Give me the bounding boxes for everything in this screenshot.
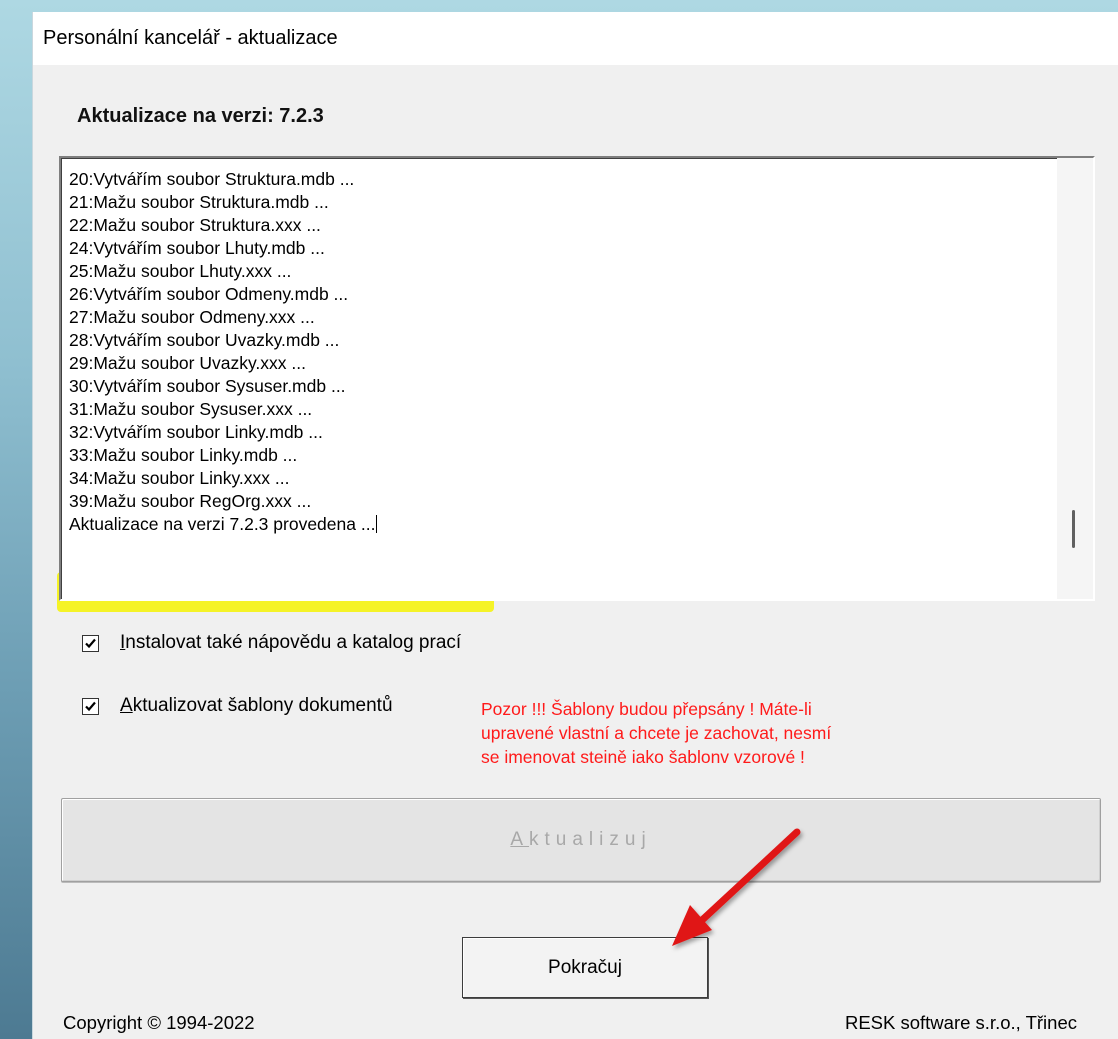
update-dialog: Personální kancelář - aktualizace Aktual… [33,12,1118,1039]
title-bar[interactable]: Personální kancelář - aktualizace [33,12,1118,65]
log-lines: 20:Vytvářím soubor Struktura.mdb ... 21:M… [69,168,1029,536]
update-button-accel: A [510,829,530,850]
log-scrollbar[interactable] [1057,158,1093,599]
log-line: 31:Mažu soubor Sysuser.xxx ... [69,399,313,419]
log-line: 20:Vytvářím soubor Struktura.mdb ... [69,169,355,189]
update-templates-option[interactable]: Aktualizovat šablony dokumentů [82,695,393,717]
update-templates-label[interactable]: Aktualizovat šablony dokumentů [120,695,393,717]
log-line: 30:Vytvářím soubor Sysuser.mdb ... [69,376,346,396]
log-line: 32:Vytvářím soubor Linky.mdb ... [69,422,323,442]
log-line: 24:Vytvářím soubor Lhuty.mdb ... [69,238,325,258]
log-line: 21:Mažu soubor Struktura.mdb ... [69,192,329,212]
continue-button-label: Pokračuj [548,956,622,978]
install-help-label[interactable]: Instalovat také nápovědu a katalog prací [120,632,461,654]
log-line: 27:Mažu soubor Odmeny.xxx ... [69,307,315,327]
update-templates-checkbox[interactable] [82,697,99,715]
warning-line: upravené vlastní a chcete je zachovat, n… [481,723,832,743]
log-final-line: Aktualizace na verzi 7.2.3 provedena ... [69,513,1029,536]
copyright-text: Copyright © 1994-2022 [63,1012,255,1033]
continue-button[interactable]: Pokračuj [462,937,708,998]
update-button-label: Aktualizuj [510,829,651,851]
update-templates-accel: A [120,695,133,716]
scrollbar-thumb[interactable] [1072,510,1075,548]
install-help-checkbox[interactable] [82,634,99,652]
install-help-option[interactable]: Instalovat také nápovědu a katalog prací [82,632,461,654]
log-line: 34:Mažu soubor Linky.xxx ... [69,468,290,488]
log-line: 39:Mažu soubor RegOrg.xxx ... [69,491,312,511]
log-line: 33:Mažu soubor Linky.mdb ... [69,445,298,465]
log-line: 22:Mažu soubor Struktura.xxx ... [69,215,321,235]
template-overwrite-warning: Pozor !!! Šablony budou přepsány ! Máte-… [481,697,951,769]
warning-line: se imenovat steině iako šablonv vzorové … [481,747,805,767]
checkmark-icon [85,638,96,648]
version-heading: Aktualizace na verzi: 7.2.3 [77,105,324,127]
company-text: RESK software s.r.o., Třinec [844,1012,1077,1033]
update-templates-label-text: ktualizovat šablony dokumentů [132,695,393,716]
log-final-line-text: Aktualizace na verzi 7.2.3 provedena ... [69,514,376,534]
update-button[interactable]: Aktualizuj [61,798,1101,882]
update-log-textbox[interactable]: 20:Vytvářím soubor Struktura.mdb ... 21:M… [59,156,1095,601]
install-help-label-text: nstalovat také nápovědu a katalog prací [125,632,462,653]
log-line: 26:Vytvářím soubor Odmeny.mdb ... [69,284,349,304]
log-line: 29:Mažu soubor Uvazky.xxx ... [69,353,306,373]
update-button-label-text: ktualizuj [529,829,652,850]
text-caret [376,515,378,533]
warning-line: Pozor !!! Šablony budou přepsány ! Máte-… [481,699,812,719]
window-title: Personální kancelář - aktualizace [43,27,338,49]
log-line: 25:Mažu soubor Lhuty.xxx ... [69,261,292,281]
log-line: 28:Vytvářím soubor Uvazky.mdb ... [69,330,340,350]
checkmark-icon [85,701,96,711]
